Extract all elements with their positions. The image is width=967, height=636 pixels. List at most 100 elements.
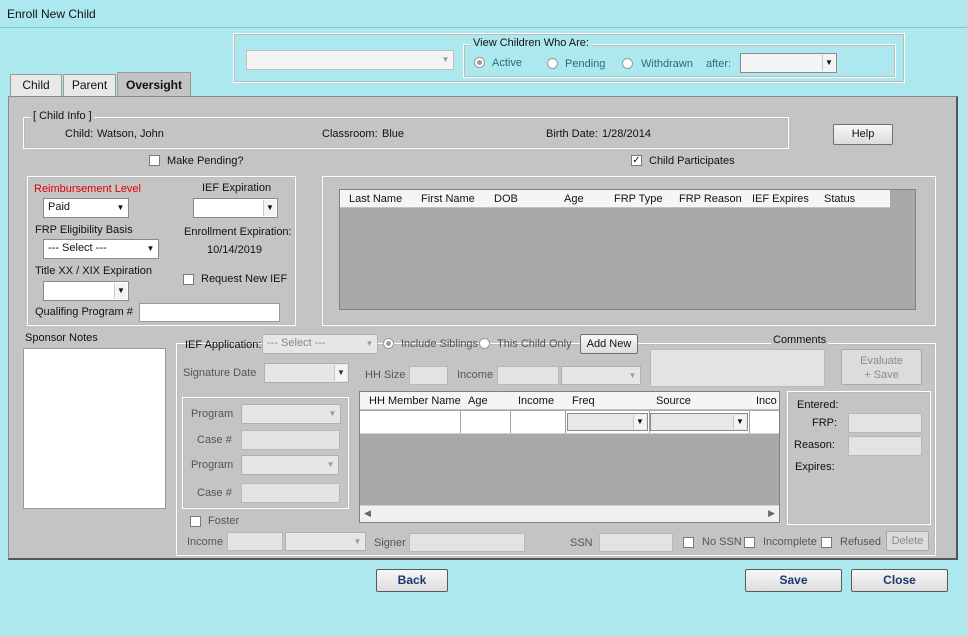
chevron-down-icon: ▼	[628, 371, 637, 380]
signer-input[interactable]	[409, 533, 525, 552]
title-xx-label: Title XX / XIX Expiration	[35, 265, 152, 277]
scroll-left-icon[interactable]: ◀	[364, 508, 371, 519]
ssn-label: SSN	[570, 537, 593, 549]
child-select[interactable]: ▼	[246, 50, 454, 70]
ief-expiration-select[interactable]: ▼	[193, 198, 278, 218]
make-pending-checkbox[interactable]	[149, 155, 160, 166]
hh-size-input[interactable]	[409, 366, 448, 385]
household-grid-row[interactable]: ▼ ▼	[360, 411, 779, 434]
chevron-down-icon: ▼	[365, 339, 374, 348]
siblings-grid[interactable]: Last Name First Name DOB Age FRP Type FR…	[339, 189, 916, 310]
radio-withdrawn[interactable]	[622, 58, 633, 69]
chevron-down-icon: ▼	[441, 55, 450, 64]
radio-pending-label: Pending	[565, 58, 606, 70]
col-age: Age	[564, 193, 584, 205]
include-siblings-label: Include Siblings	[401, 338, 479, 350]
income-label: Income	[457, 369, 494, 381]
birth-date-label: Birth Date:	[546, 128, 598, 140]
after-date-select[interactable]: ▼	[740, 53, 837, 73]
comments-textarea[interactable]	[650, 349, 825, 387]
reimbursement-level-select[interactable]: Paid ▼	[43, 198, 129, 218]
ief-application-select[interactable]: --- Select --- ▼	[262, 334, 378, 354]
ief-expiration-label: IEF Expiration	[202, 182, 272, 194]
title-xx-select[interactable]: ▼	[43, 281, 129, 301]
refused-label: Refused	[840, 536, 881, 548]
frp-label: FRP:	[812, 417, 838, 429]
no-ssn-label: No SSN	[702, 536, 742, 548]
sponsor-notes-textarea[interactable]	[23, 348, 166, 509]
signature-date-select[interactable]: ▼	[264, 363, 349, 383]
save-button[interactable]: Save	[745, 569, 842, 592]
col-frp-reason: FRP Reason	[679, 193, 742, 205]
tab-oversight[interactable]: Oversight	[117, 72, 191, 97]
case-input-1[interactable]	[241, 430, 340, 450]
chevron-down-icon: ▼	[114, 283, 127, 299]
refused-checkbox[interactable]	[821, 537, 832, 548]
delete-button[interactable]: Delete	[886, 531, 929, 551]
add-new-button[interactable]: Add New	[580, 334, 638, 354]
radio-active-label: Active	[492, 57, 522, 69]
chevron-down-icon: ▼	[353, 537, 362, 546]
household-grid-scrollbar[interactable]: ◀ ▶	[360, 505, 779, 522]
col-frp-type: FRP Type	[614, 193, 663, 205]
this-child-only-radio[interactable]	[479, 338, 490, 349]
scroll-right-icon[interactable]: ▶	[768, 508, 775, 519]
col-hh-freq: Freq	[572, 395, 595, 407]
income-frequency-select[interactable]: ▼	[561, 366, 641, 385]
close-button[interactable]: Close	[851, 569, 948, 592]
tab-parent[interactable]: Parent	[63, 74, 116, 96]
foster-label: Foster	[208, 515, 240, 527]
household-grid[interactable]: HH Member Name Age Income Freq Source In…	[359, 391, 780, 523]
chevron-down-icon: ▼	[822, 55, 835, 71]
tab-child[interactable]: Child	[10, 74, 62, 96]
col-hh-income-2: Inco	[756, 395, 777, 407]
household-grid-header: HH Member Name Age Income Freq Source In…	[360, 392, 779, 410]
child-value: Watson, John	[97, 128, 164, 140]
radio-active[interactable]	[474, 57, 485, 68]
enrollment-expiration-label: Enrollment Expiration:	[184, 226, 292, 238]
frp-field	[848, 413, 922, 433]
col-ief-expires: IEF Expires	[752, 193, 809, 205]
chevron-down-icon: ▼	[263, 200, 276, 216]
income-input[interactable]	[497, 366, 559, 385]
child-info-title: [ Child Info ]	[31, 110, 94, 122]
view-children-label: View Children Who Are:	[470, 37, 592, 49]
window-title: Enroll New Child	[7, 7, 96, 21]
no-ssn-checkbox[interactable]	[683, 537, 694, 548]
incomplete-label: Incomplete	[763, 536, 817, 548]
frp-basis-label: FRP Eligibility Basis	[35, 224, 133, 236]
include-siblings-radio[interactable]	[383, 338, 394, 349]
qualifying-program-label: Qualifing Program #	[35, 306, 133, 318]
qualifying-program-input[interactable]	[139, 303, 280, 322]
comments-label: Comments	[771, 334, 829, 346]
hh-freq-select[interactable]: ▼	[567, 413, 648, 431]
hh-size-label: HH Size	[365, 369, 406, 381]
foster-income-input[interactable]	[227, 532, 283, 551]
program-select-1[interactable]: ▼	[241, 404, 341, 424]
back-button[interactable]: Back	[376, 569, 448, 592]
income-label-2: Income	[187, 536, 224, 548]
foster-income-frequency-select[interactable]: ▼	[285, 532, 366, 551]
help-button[interactable]: Help	[833, 124, 893, 145]
ief-application-label: IEF Application:	[185, 339, 262, 351]
incomplete-checkbox[interactable]	[744, 537, 755, 548]
case-input-2[interactable]	[241, 483, 340, 503]
this-child-only-label: This Child Only	[497, 338, 572, 350]
col-hh-income: Income	[518, 395, 555, 407]
entered-group	[787, 391, 931, 525]
col-hh-source: Source	[656, 395, 691, 407]
foster-checkbox[interactable]	[190, 516, 201, 527]
frp-basis-select[interactable]: --- Select --- ▼	[43, 239, 159, 259]
after-label: after:	[706, 58, 732, 70]
request-ief-checkbox[interactable]	[183, 274, 194, 285]
evaluate-save-button[interactable]: Evaluate + Save	[841, 349, 922, 385]
chevron-down-icon: ▼	[326, 460, 335, 469]
program-select-2[interactable]: ▼	[241, 455, 339, 475]
hh-source-select[interactable]: ▼	[650, 413, 748, 431]
classroom-value: Blue	[382, 128, 405, 140]
ssn-input[interactable]	[599, 533, 673, 552]
signature-date-label: Signature Date	[183, 367, 257, 379]
chevron-down-icon: ▼	[334, 365, 347, 381]
radio-pending[interactable]	[547, 58, 558, 69]
child-participates-checkbox[interactable]: ✓	[631, 155, 642, 166]
